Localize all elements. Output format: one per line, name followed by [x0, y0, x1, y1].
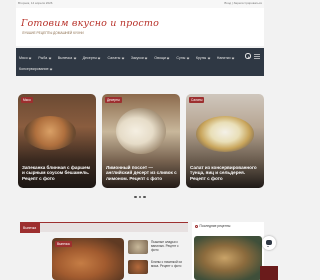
nav-icons — [242, 53, 260, 59]
card-title[interactable]: Запеканка блинная с фаршем и сырным соус… — [22, 165, 93, 181]
sidebar-heading-label: Последние рецепты — [199, 224, 231, 228]
menu-icon[interactable] — [254, 53, 260, 59]
card-title[interactable]: Лимонный поссет — английский десерт из с… — [106, 165, 177, 181]
chat-button[interactable] — [262, 236, 276, 250]
nav-item-grains[interactable]: Крупы — [196, 56, 211, 60]
date-text: Вторник, 14 апреля 2026 — [18, 1, 53, 5]
section-title[interactable]: Выпечка — [23, 226, 36, 230]
recipe-image — [24, 116, 76, 150]
category-badge[interactable]: Салаты — [189, 97, 205, 103]
featured-card[interactable]: Мясо Запеканка блинная с фаршем и сырным… — [18, 94, 96, 188]
category-badge[interactable]: Мясо — [21, 97, 33, 103]
chat-icon — [266, 240, 272, 247]
nav-item-meat[interactable]: Мясо — [19, 56, 32, 60]
chevron-down-icon — [49, 67, 53, 70]
nav-item-baking[interactable]: Выпечка — [58, 56, 76, 60]
search-icon[interactable] — [245, 53, 251, 59]
featured-card[interactable]: Десерты Лимонный поссет — английский дес… — [102, 94, 180, 188]
corner-widget[interactable] — [260, 266, 278, 280]
chevron-down-icon — [231, 56, 235, 59]
slider-dot[interactable] — [138, 195, 142, 199]
nav-item-appetizers[interactable]: Закуски — [131, 56, 148, 60]
slider-dot[interactable] — [143, 195, 146, 199]
top-bar: Вторник, 14 апреля 2026 Вход | Зарегистр… — [16, 0, 264, 8]
site-tagline: ЛУЧШИЕ РЕЦЕПТЫ ДОМАШНЕЙ КУХНИ — [22, 31, 84, 35]
featured-slider: Мясо Запеканка блинная с фаршем и сырным… — [16, 84, 264, 202]
recipe-image — [116, 108, 166, 154]
chevron-down-icon — [28, 56, 32, 59]
card-title[interactable]: Салат из консервированного тунца, яиц и … — [190, 165, 261, 181]
auth-links[interactable]: Вход | Зарегистрироваться — [224, 1, 262, 5]
chevron-down-icon — [167, 56, 170, 59]
section-main-image[interactable]: Выпечка — [52, 238, 124, 280]
chevron-down-icon — [48, 56, 52, 59]
recipe-thumbnail[interactable] — [128, 240, 148, 254]
nav-item-drinks[interactable]: Напитки — [217, 56, 235, 60]
section-header: Выпечка — [20, 222, 188, 233]
nav-item-canning[interactable]: Консервирование — [19, 67, 53, 71]
nav-item-fish[interactable]: Рыба — [38, 56, 52, 60]
chevron-down-icon — [98, 56, 101, 59]
chevron-down-icon — [121, 56, 125, 59]
recipe-link[interactable]: Пышные оладьи с ванилью. Рецепт с фото — [151, 240, 187, 253]
slider-pagination — [16, 194, 264, 200]
featured-card[interactable]: Салаты Салат из консервированного тунца,… — [186, 94, 264, 188]
chevron-down-icon — [207, 56, 211, 59]
category-badge[interactable]: Выпечка — [55, 241, 72, 247]
slider-dot[interactable] — [134, 195, 137, 199]
category-badge[interactable]: Десерты — [105, 97, 122, 103]
clock-icon — [195, 224, 198, 228]
site-header: Готовим вкусно и просто ЛУЧШИЕ РЕЦЕПТЫ Д… — [16, 8, 264, 46]
chevron-down-icon — [73, 56, 76, 59]
nav-item-desserts[interactable]: Десерты — [83, 56, 101, 60]
sidebar-recipe-image[interactable] — [194, 236, 262, 280]
recipe-link[interactable]: Блины с начинкой из мяса. Рецепт с фото — [151, 260, 187, 268]
nav-item-salads[interactable]: Салаты — [107, 56, 125, 60]
site-logo[interactable]: Готовим вкусно и просто — [21, 18, 159, 29]
nav-item-vegetables[interactable]: Овощи — [154, 56, 170, 60]
recipe-thumbnail[interactable] — [128, 260, 148, 274]
chevron-down-icon — [144, 56, 148, 59]
nav-item-soups[interactable]: Супы — [176, 56, 190, 60]
recipe-image — [196, 116, 254, 152]
nav-row-2: Консервирование — [19, 63, 59, 75]
main-navigation: Мясо Рыба Выпечка Десерты Салаты Закуски… — [16, 48, 264, 76]
sidebar-latest: Последние рецепты — [192, 222, 264, 280]
chevron-down-icon — [186, 56, 190, 59]
sidebar-heading: Последние рецепты — [195, 224, 230, 228]
